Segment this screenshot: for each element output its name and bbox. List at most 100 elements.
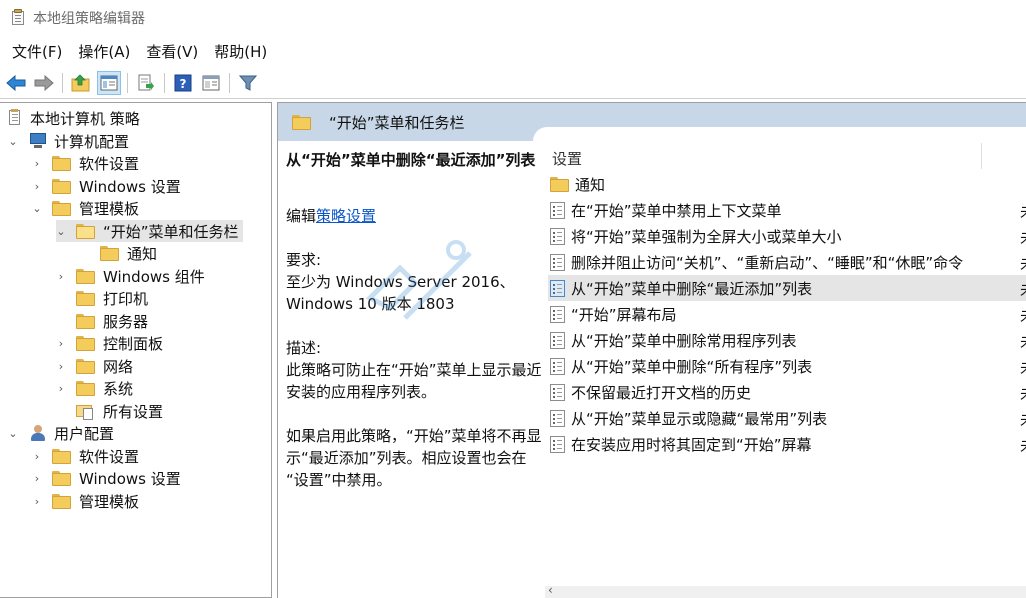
chevron-right-icon[interactable]: › xyxy=(56,360,66,373)
tree-item-user-windows-settings[interactable]: › Windows 设置 xyxy=(32,467,181,489)
toolbar-separator xyxy=(127,72,128,93)
tree-item-admin-templates[interactable]: ⌄ 管理模板 xyxy=(32,197,139,219)
list-item[interactable]: 在“开始”菜单中禁用上下文菜单 xyxy=(548,197,1026,223)
navigation-tree: 本地计算机 策略 ⌄ 计算机配置 › 软件设置 › Windows 设置 ⌄ 管… xyxy=(0,102,272,598)
properties-icon[interactable] xyxy=(199,71,223,95)
list-item[interactable]: “开始”屏幕布局 xyxy=(548,301,1026,327)
chevron-right-icon[interactable]: › xyxy=(56,270,66,283)
toolbar-separator xyxy=(164,72,165,93)
folder-icon xyxy=(76,290,95,306)
tree-item-user-software-settings[interactable]: › 软件设置 xyxy=(32,445,139,467)
forward-arrow-icon[interactable] xyxy=(32,71,56,95)
scroll-left-icon[interactable]: ‹ xyxy=(548,583,553,597)
edit-policy-line: 编辑策略设置 xyxy=(286,205,544,227)
folder-icon xyxy=(52,448,71,464)
tree-item-windows-components[interactable]: › Windows 组件 xyxy=(56,265,205,287)
list-item[interactable]: 从“开始”菜单中删除“所有程序”列表 xyxy=(548,353,1026,379)
tree-item-system[interactable]: › 系统 xyxy=(56,377,133,399)
tree-item-start-menu-taskbar[interactable]: ⌄ “开始”菜单和任务栏 xyxy=(56,220,243,242)
list-item[interactable]: 不保留最近打开文档的历史 xyxy=(548,379,1026,405)
list-item-label: 将“开始”菜单强制为全屏大小或菜单大小 xyxy=(571,227,842,246)
menu-view[interactable]: 查看(V) xyxy=(138,39,206,65)
state-cell: 未 xyxy=(1020,435,1026,456)
tree-item-printers[interactable]: 打印机 xyxy=(76,287,148,309)
policy-setting-icon xyxy=(550,253,565,271)
menu-file[interactable]: 文件(F) xyxy=(4,39,70,65)
state-cell: 未 xyxy=(1020,201,1026,222)
show-hide-tree-icon[interactable] xyxy=(97,70,121,95)
tree-item-label: 服务器 xyxy=(103,312,149,331)
state-cell: 未 xyxy=(1020,305,1026,326)
folder-icon xyxy=(52,178,71,194)
tree-item-label: 软件设置 xyxy=(79,154,140,173)
export-list-icon[interactable] xyxy=(134,71,158,95)
toolbar: ? xyxy=(0,67,1026,99)
chevron-right-icon[interactable]: › xyxy=(32,450,42,463)
menu-action[interactable]: 操作(A) xyxy=(70,39,138,65)
tree-item-software-settings[interactable]: › 软件设置 xyxy=(32,152,139,174)
chevron-down-icon[interactable]: ⌄ xyxy=(8,427,18,440)
horizontal-scrollbar[interactable]: ‹ xyxy=(545,583,1026,598)
chevron-down-icon[interactable]: ⌄ xyxy=(8,135,18,148)
tree-item-notifications[interactable]: 通知 xyxy=(100,242,157,264)
tree-item-local-computer-policy[interactable]: 本地计算机 策略 xyxy=(6,107,140,129)
help-icon[interactable]: ? xyxy=(171,71,195,95)
list-item[interactable]: 从“开始”菜单显示或隐藏“最常用”列表 xyxy=(548,405,1026,431)
up-folder-icon[interactable] xyxy=(69,71,93,95)
list-item[interactable]: 将“开始”菜单强制为全屏大小或菜单大小 xyxy=(548,223,1026,249)
user-icon xyxy=(28,424,48,442)
list-item-label: 从“开始”菜单中删除“所有程序”列表 xyxy=(571,357,813,376)
tree-item-network[interactable]: › 网络 xyxy=(56,355,133,377)
list-item-label: 删除并阻止访问“关机”、“重新启动”、“睡眠”和“休眠”命令 xyxy=(571,253,964,272)
tree-item-all-settings[interactable]: 所有设置 xyxy=(76,400,163,422)
chevron-right-icon[interactable]: › xyxy=(32,472,42,485)
list-item-label: 不保留最近打开文档的历史 xyxy=(571,383,752,402)
policy-settings-link[interactable]: 策略设置 xyxy=(316,207,376,225)
back-arrow-icon[interactable] xyxy=(4,71,28,95)
chevron-right-icon[interactable]: › xyxy=(32,157,42,170)
column-header-setting[interactable]: 设置 xyxy=(548,145,988,171)
chevron-right-icon[interactable]: › xyxy=(32,180,42,193)
policy-setting-icon xyxy=(550,227,565,245)
chevron-right-icon[interactable]: › xyxy=(56,337,66,350)
filter-icon[interactable] xyxy=(236,71,260,95)
chevron-down-icon[interactable]: ⌄ xyxy=(32,202,42,215)
tree-item-label: 系统 xyxy=(103,379,134,398)
tree-item-user-admin-templates[interactable]: › 管理模板 xyxy=(32,490,139,512)
list-item-label: 从“开始”菜单中删除“最近添加”列表 xyxy=(571,279,813,298)
policy-setting-icon xyxy=(550,357,565,375)
policy-editor-icon xyxy=(10,9,26,26)
tree-item-computer-config[interactable]: ⌄ 计算机配置 xyxy=(8,130,129,152)
list-item-folder[interactable]: 通知 xyxy=(548,171,1026,197)
description-text: “设置”中禁用。 xyxy=(286,471,392,489)
folder-icon xyxy=(76,313,95,329)
toolbar-separator xyxy=(229,72,230,93)
tree-item-windows-settings[interactable]: › Windows 设置 xyxy=(32,175,181,197)
policy-setting-icon xyxy=(550,201,565,219)
chevron-right-icon[interactable]: › xyxy=(32,495,42,508)
chevron-down-icon[interactable]: ⌄ xyxy=(56,225,66,238)
folder-icon xyxy=(292,114,311,130)
tree-item-user-config[interactable]: ⌄ 用户配置 xyxy=(8,422,114,444)
menu-help[interactable]: 帮助(H) xyxy=(206,39,275,65)
column-separator[interactable] xyxy=(981,143,982,169)
details-pane: “开始”菜单和任务栏 从“开始”菜单中删除“最近添加”列表 编辑策略设置 要求:… xyxy=(277,102,1026,598)
description-text: 示“最近添加”列表。相应设置也会在 xyxy=(286,449,527,467)
list-item[interactable]: 从“开始”菜单中删除常用程序列表 xyxy=(548,327,1026,353)
policy-setting-icon xyxy=(550,279,565,297)
list-item[interactable]: 在安装应用时将其固定到“开始”屏幕 xyxy=(548,431,1026,457)
tree-item-server[interactable]: 服务器 xyxy=(76,310,148,332)
list-item[interactable]: 删除并阻止访问“关机”、“重新启动”、“睡眠”和“休眠”命令 xyxy=(548,249,1026,275)
all-settings-icon xyxy=(76,403,95,420)
list-item-selected[interactable]: 从“开始”菜单中删除“最近添加”列表 xyxy=(548,275,1026,301)
menu-bar: 文件(F) 操作(A) 查看(V) 帮助(H) xyxy=(0,38,1026,66)
folder-icon xyxy=(76,268,95,284)
tree-item-control-panel[interactable]: › 控制面板 xyxy=(56,332,163,354)
tree-item-label: Windows 设置 xyxy=(79,177,181,196)
policy-description-panel: 从“开始”菜单中删除“最近添加”列表 编辑策略设置 要求: 至少为 Window… xyxy=(286,149,544,491)
description-text: 此策略可防止在“开始”菜单上显示最近 xyxy=(286,361,542,379)
folder-icon xyxy=(550,176,569,192)
chevron-right-icon[interactable]: › xyxy=(56,382,66,395)
folder-icon xyxy=(76,380,95,396)
description-label: 描述: xyxy=(286,339,322,357)
